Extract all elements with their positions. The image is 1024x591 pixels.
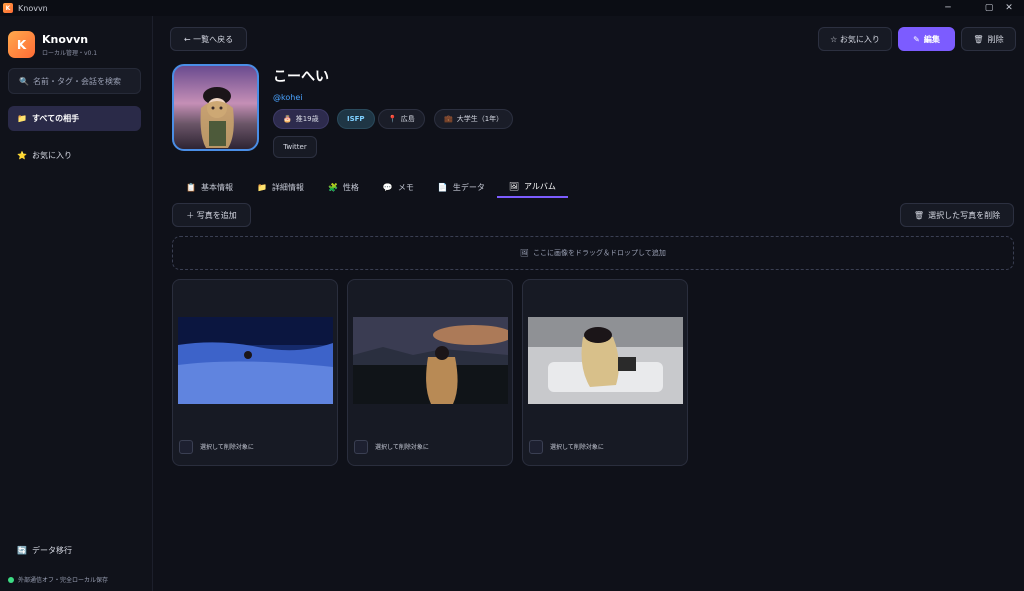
delete-button[interactable]: 🗑 削除: [961, 27, 1016, 51]
migrate-icon: 🔄: [17, 546, 27, 555]
sidebar-item-favorites[interactable]: ⭐ お気に入り: [8, 143, 141, 168]
profile-handle[interactable]: @kohei: [273, 93, 302, 102]
tag-label: 推19歳: [295, 115, 319, 123]
photo-select-checkbox[interactable]: [529, 440, 543, 454]
album-photo[interactable]: [178, 317, 333, 404]
trash-icon: 🗑: [973, 34, 984, 44]
picture-icon: 🖼: [520, 249, 530, 257]
sidebar-item-label: お気に入り: [31, 151, 72, 160]
privacy-status-label: 外部通信オフ・完全ローカル保存: [18, 577, 109, 584]
star-icon: ⭐: [17, 151, 27, 160]
app-icon: K: [3, 3, 13, 13]
tab-raw-data[interactable]: 📄 生データ: [426, 176, 497, 198]
speech-bubble-icon: 💬: [382, 182, 393, 192]
app-name: Knovvn: [42, 32, 89, 46]
data-migration-button[interactable]: 🔄 データ移行: [17, 545, 72, 556]
album-photo[interactable]: [353, 317, 508, 404]
photo-select-checkbox[interactable]: [179, 440, 193, 454]
edit-button[interactable]: ✎ 編集: [898, 27, 955, 51]
photo-select-label: 選択して削除対象に: [375, 444, 429, 451]
sidebar-item-all[interactable]: 📁 すべての相手: [8, 106, 141, 131]
sidebar: K Knovvn ローカル管理・v0.1 🔍 名前・タグ・会話を検索 📁 すべて…: [0, 16, 153, 591]
delete-selected-photos-button[interactable]: 🗑 選択した写真を削除: [900, 203, 1014, 227]
picture-icon: 🖼: [508, 181, 519, 191]
delete-label: 削除: [987, 34, 1004, 44]
document-icon: 📄: [437, 182, 448, 192]
tag-label: 大学生（1年）: [456, 115, 504, 123]
tag-occupation: 💼 大学生（1年）: [434, 109, 514, 129]
tab-label: メモ: [397, 182, 414, 192]
search-placeholder: 名前・タグ・会話を検索: [32, 76, 121, 86]
avatar: [172, 64, 259, 151]
folder-icon: 📁: [256, 182, 267, 192]
trash-icon: 🗑: [913, 210, 925, 220]
photo-card[interactable]: 選択して削除対象に: [172, 279, 338, 466]
photo-dropzone[interactable]: 🖼 ここに画像をドラッグ＆ドロップして追加: [172, 236, 1014, 270]
search-input[interactable]: 🔍 名前・タグ・会話を検索: [8, 68, 141, 94]
briefcase-icon: 💼: [444, 115, 453, 123]
favorite-button[interactable]: ☆ お気に入り: [818, 27, 892, 51]
tab-label: 性格: [342, 182, 359, 192]
back-button[interactable]: ← 一覧へ戻る: [170, 27, 247, 51]
status-dot-icon: [8, 576, 14, 583]
add-photo-button[interactable]: ＋ 写真を追加: [172, 203, 251, 227]
dropzone-label: ここに画像をドラッグ＆ドロップして追加: [533, 249, 666, 257]
sidebar-item-label: すべての相手: [31, 114, 80, 123]
album-photo[interactable]: [528, 317, 683, 404]
window-titlebar: K Knovvn ─ ▢ ✕: [0, 0, 1024, 16]
privacy-status: 外部通信オフ・完全ローカル保存: [8, 575, 108, 584]
search-icon: 🔍: [19, 76, 29, 86]
tab-memo[interactable]: 💬 メモ: [371, 176, 426, 198]
folder-icon: 📁: [17, 114, 27, 123]
tab-personality[interactable]: 🧩 性格: [316, 176, 371, 198]
tag-age: 🎂 推19歳: [273, 109, 329, 129]
app-subtitle: ローカル管理・v0.1: [42, 49, 98, 57]
pin-icon: 📍: [388, 115, 397, 123]
photo-select-label: 選択して削除対象に: [200, 444, 254, 451]
cake-icon: 🎂: [283, 115, 292, 123]
edit-label: 編集: [923, 34, 940, 44]
delete-selected-label: 選択した写真を削除: [928, 210, 1001, 220]
tab-basic-info[interactable]: 📋 基本情報: [174, 176, 245, 198]
profile-tabs: 📋 基本情報 📁 詳細情報 🧩 性格 💬 メモ 📄 生データ 🖼 アルバム: [174, 176, 568, 198]
puzzle-icon: 🧩: [327, 182, 338, 192]
photo-card[interactable]: 選択して削除対象に: [522, 279, 688, 466]
brand: K Knovvn ローカル管理・v0.1: [8, 31, 97, 58]
data-migration-label: データ移行: [31, 546, 72, 555]
pencil-icon: ✎: [913, 34, 920, 44]
photo-select-checkbox[interactable]: [354, 440, 368, 454]
photo-select-label: 選択して削除対象に: [550, 444, 604, 451]
tab-album[interactable]: 🖼 アルバム: [496, 176, 568, 198]
tag-location: 📍 広島: [378, 109, 425, 129]
twitter-link[interactable]: Twitter: [273, 136, 317, 158]
photo-card[interactable]: 選択して削除対象に: [347, 279, 513, 466]
tab-label: 基本情報: [200, 182, 233, 192]
close-button[interactable]: ✕: [994, 0, 1024, 16]
tab-label: 生データ: [452, 182, 485, 192]
tab-label: 詳細情報: [271, 182, 304, 192]
clipboard-icon: 📋: [186, 182, 196, 192]
tab-detail-info[interactable]: 📁 詳細情報: [245, 176, 316, 198]
main-content: ← 一覧へ戻る ☆ お気に入り ✎ 編集 🗑 削除 こーへい @kohei 🎂 …: [154, 16, 1024, 591]
app-logo: K: [8, 31, 35, 58]
tag-mbti: ISFP: [337, 109, 375, 129]
window-title: Knovvn: [18, 3, 48, 13]
tag-label: 広島: [400, 115, 415, 123]
minimize-button[interactable]: ─: [933, 0, 963, 16]
profile-name: こーへい: [273, 69, 329, 85]
tab-label: アルバム: [524, 181, 556, 191]
